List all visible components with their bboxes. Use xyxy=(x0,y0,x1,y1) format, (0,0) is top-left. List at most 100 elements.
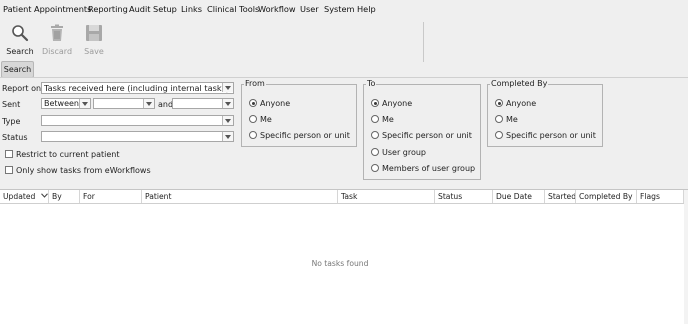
menu-appointments[interactable]: Appointments xyxy=(34,4,91,14)
menu-audit[interactable]: Audit xyxy=(129,4,150,14)
menubar: Patient Appointments Reporting Audit Set… xyxy=(0,0,688,18)
from-anyone-option[interactable]: Anyone xyxy=(249,98,290,109)
sent-label: Sent xyxy=(2,100,21,109)
sent-mode-select[interactable]: Between xyxy=(41,98,91,109)
completed-specific-option[interactable]: Specific person or unit xyxy=(495,130,596,141)
radio-selected-icon xyxy=(371,99,379,107)
to-members-option[interactable]: Members of user group xyxy=(371,163,475,174)
completed-anyone-label: Anyone xyxy=(506,99,537,108)
radio-icon xyxy=(495,131,503,139)
search-button-label: Search xyxy=(6,47,34,56)
radio-selected-icon xyxy=(495,99,503,107)
chevron-down-icon xyxy=(222,99,233,108)
to-group: To Anyone Me Specific person or unit Use… xyxy=(363,79,481,180)
menu-links[interactable]: Links xyxy=(181,4,202,14)
toolbar: Search Discard Save xyxy=(0,18,688,60)
toolbar-separator xyxy=(423,22,424,62)
chevron-down-icon xyxy=(143,99,154,108)
from-specific-option[interactable]: Specific person or unit xyxy=(249,130,350,141)
menu-setup[interactable]: Setup xyxy=(153,4,177,14)
to-user-group-option[interactable]: User group xyxy=(371,147,426,158)
chevron-down-icon xyxy=(40,193,48,198)
floppy-icon xyxy=(86,25,102,41)
save-button[interactable]: Save xyxy=(77,22,111,58)
tab-search[interactable]: Search xyxy=(1,61,34,78)
menu-clinical-tools[interactable]: Clinical Tools xyxy=(207,4,259,14)
column-header-started[interactable]: Started xyxy=(545,190,576,203)
to-members-label: Members of user group xyxy=(382,164,476,173)
restrict-patient-checkbox[interactable] xyxy=(5,150,13,158)
status-select[interactable] xyxy=(41,131,234,142)
menu-reporting[interactable]: Reporting xyxy=(88,4,128,14)
radio-selected-icon xyxy=(249,99,257,107)
column-header-patient[interactable]: Patient xyxy=(142,190,338,203)
completed-me-option[interactable]: Me xyxy=(495,114,518,125)
to-specific-option[interactable]: Specific person or unit xyxy=(371,130,472,141)
status-label: Status xyxy=(2,133,28,142)
from-me-option[interactable]: Me xyxy=(249,114,272,125)
completed-me-label: Me xyxy=(506,115,518,124)
menu-help[interactable]: Help xyxy=(357,4,376,14)
to-group-title: To xyxy=(366,79,377,88)
to-me-option[interactable]: Me xyxy=(371,114,394,125)
column-header-completed-by[interactable]: Completed By xyxy=(576,190,637,203)
to-anyone-option[interactable]: Anyone xyxy=(371,98,412,109)
column-header-label: Updated xyxy=(3,192,36,201)
table-header: Updated By For Patient Task Status Due D… xyxy=(0,190,688,204)
menu-system[interactable]: System xyxy=(324,4,355,14)
to-user-group-label: User group xyxy=(382,148,427,157)
sent-from-date[interactable] xyxy=(93,98,155,109)
radio-icon xyxy=(371,131,379,139)
radio-icon xyxy=(495,115,503,123)
report-on-label: Report on xyxy=(2,84,42,93)
sent-to-date[interactable] xyxy=(172,98,234,109)
menu-patient[interactable]: Patient xyxy=(3,4,32,14)
report-on-value: Tasks received here (including internal … xyxy=(44,83,230,93)
tasks-table: Updated By For Patient Task Status Due D… xyxy=(0,189,688,324)
radio-icon xyxy=(371,148,379,156)
to-me-label: Me xyxy=(382,115,394,124)
discard-button-label: Discard xyxy=(41,47,73,56)
from-anyone-label: Anyone xyxy=(260,99,291,108)
magnifier-icon xyxy=(12,25,29,42)
type-select[interactable] xyxy=(41,115,234,126)
discard-button[interactable]: Discard xyxy=(40,22,74,58)
menu-user[interactable]: User xyxy=(300,4,319,14)
from-group: From Anyone Me Specific person or unit xyxy=(241,79,357,147)
empty-table-message: No tasks found xyxy=(311,259,369,268)
column-header-by[interactable]: By xyxy=(49,190,80,203)
tab-divider xyxy=(0,77,688,78)
report-on-select[interactable]: Tasks received here (including internal … xyxy=(41,82,234,94)
to-anyone-label: Anyone xyxy=(382,99,413,108)
radio-icon xyxy=(371,164,379,172)
trash-icon xyxy=(51,24,63,41)
column-header-for[interactable]: For xyxy=(80,190,142,203)
eworkflows-checkbox[interactable] xyxy=(5,166,13,174)
and-label: and xyxy=(158,100,174,109)
menu-workflow[interactable]: Workflow xyxy=(258,4,296,14)
from-group-title: From xyxy=(244,79,266,88)
sent-mode-value: Between xyxy=(44,99,80,108)
chevron-down-icon xyxy=(222,116,233,125)
chevron-down-icon xyxy=(79,99,90,108)
completed-by-group: Completed By Anyone Me Specific person o… xyxy=(487,79,603,147)
save-button-label: Save xyxy=(84,47,104,56)
restrict-patient-label: Restrict to current patient xyxy=(16,150,120,159)
vertical-scrollbar[interactable] xyxy=(684,190,688,324)
type-label: Type xyxy=(2,117,21,126)
completed-specific-label: Specific person or unit xyxy=(506,131,596,140)
completed-by-group-title: Completed By xyxy=(490,79,549,88)
radio-icon xyxy=(371,115,379,123)
completed-anyone-option[interactable]: Anyone xyxy=(495,98,536,109)
column-header-task[interactable]: Task xyxy=(338,190,435,203)
column-header-updated[interactable]: Updated xyxy=(0,190,49,203)
column-header-due-date[interactable]: Due Date xyxy=(493,190,545,203)
radio-icon xyxy=(249,131,257,139)
column-header-flags[interactable]: Flags xyxy=(637,190,684,203)
column-header-status[interactable]: Status xyxy=(435,190,493,203)
chevron-down-icon xyxy=(222,83,233,92)
search-button[interactable]: Search xyxy=(3,22,37,58)
from-specific-label: Specific person or unit xyxy=(260,131,350,140)
to-specific-label: Specific person or unit xyxy=(382,131,472,140)
eworkflows-label: Only show tasks from eWorkflows xyxy=(16,166,151,175)
